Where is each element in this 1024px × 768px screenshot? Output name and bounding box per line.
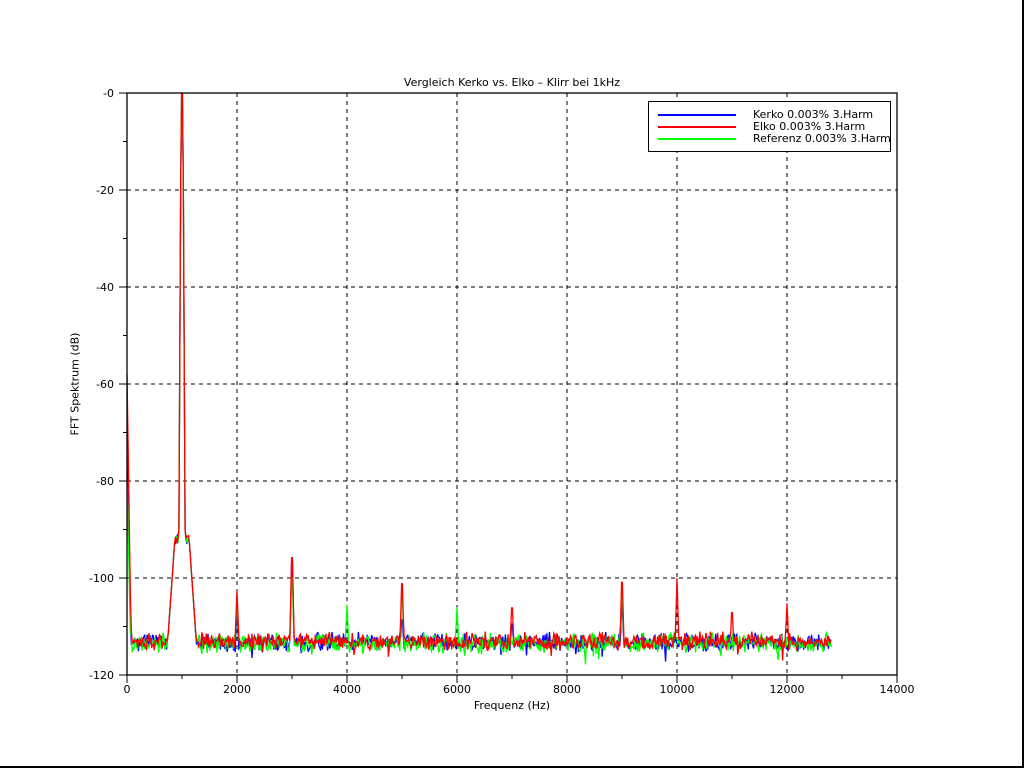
plot-window: 02000400060008000100001200014000-0-20-40…	[0, 0, 1024, 768]
legend-line-sample	[658, 126, 736, 128]
y-tick-label: -20	[96, 184, 114, 197]
y-tick-label: -40	[96, 281, 114, 294]
grid-lines	[127, 93, 897, 675]
x-tick-label: 12000	[770, 683, 805, 696]
y-tick-label: -100	[89, 572, 114, 585]
x-tick-label: 2000	[223, 683, 251, 696]
x-tick-label: 14000	[880, 683, 915, 696]
chart-title: Vergleich Kerko vs. Elko – Klirr bei 1kH…	[0, 76, 1024, 89]
x-tick-label: 4000	[333, 683, 361, 696]
axis-ticks	[119, 93, 897, 683]
x-tick-label: 6000	[443, 683, 471, 696]
series-line-referenz	[127, 94, 831, 664]
y-tick-label: -120	[89, 669, 114, 682]
x-axis-label: Frequenz (Hz)	[0, 699, 1024, 712]
x-tick-label: 0	[124, 683, 131, 696]
legend-line-sample	[658, 114, 736, 116]
legend: Kerko 0.003% 3.HarmElko 0.003% 3.HarmRef…	[648, 101, 891, 152]
y-tick-label: -60	[96, 378, 114, 391]
legend-item: Referenz 0.003% 3.Harm	[649, 133, 890, 145]
series-line-elko	[127, 94, 831, 661]
y-axis-label: FFT Spektrum (dB)	[69, 333, 82, 436]
x-tick-label: 8000	[553, 683, 581, 696]
y-tick-label: -80	[96, 475, 114, 488]
legend-line-sample	[658, 138, 736, 140]
x-tick-label: 10000	[660, 683, 695, 696]
series-line-kerko	[127, 94, 831, 662]
legend-label: Referenz 0.003% 3.Harm	[753, 133, 891, 145]
